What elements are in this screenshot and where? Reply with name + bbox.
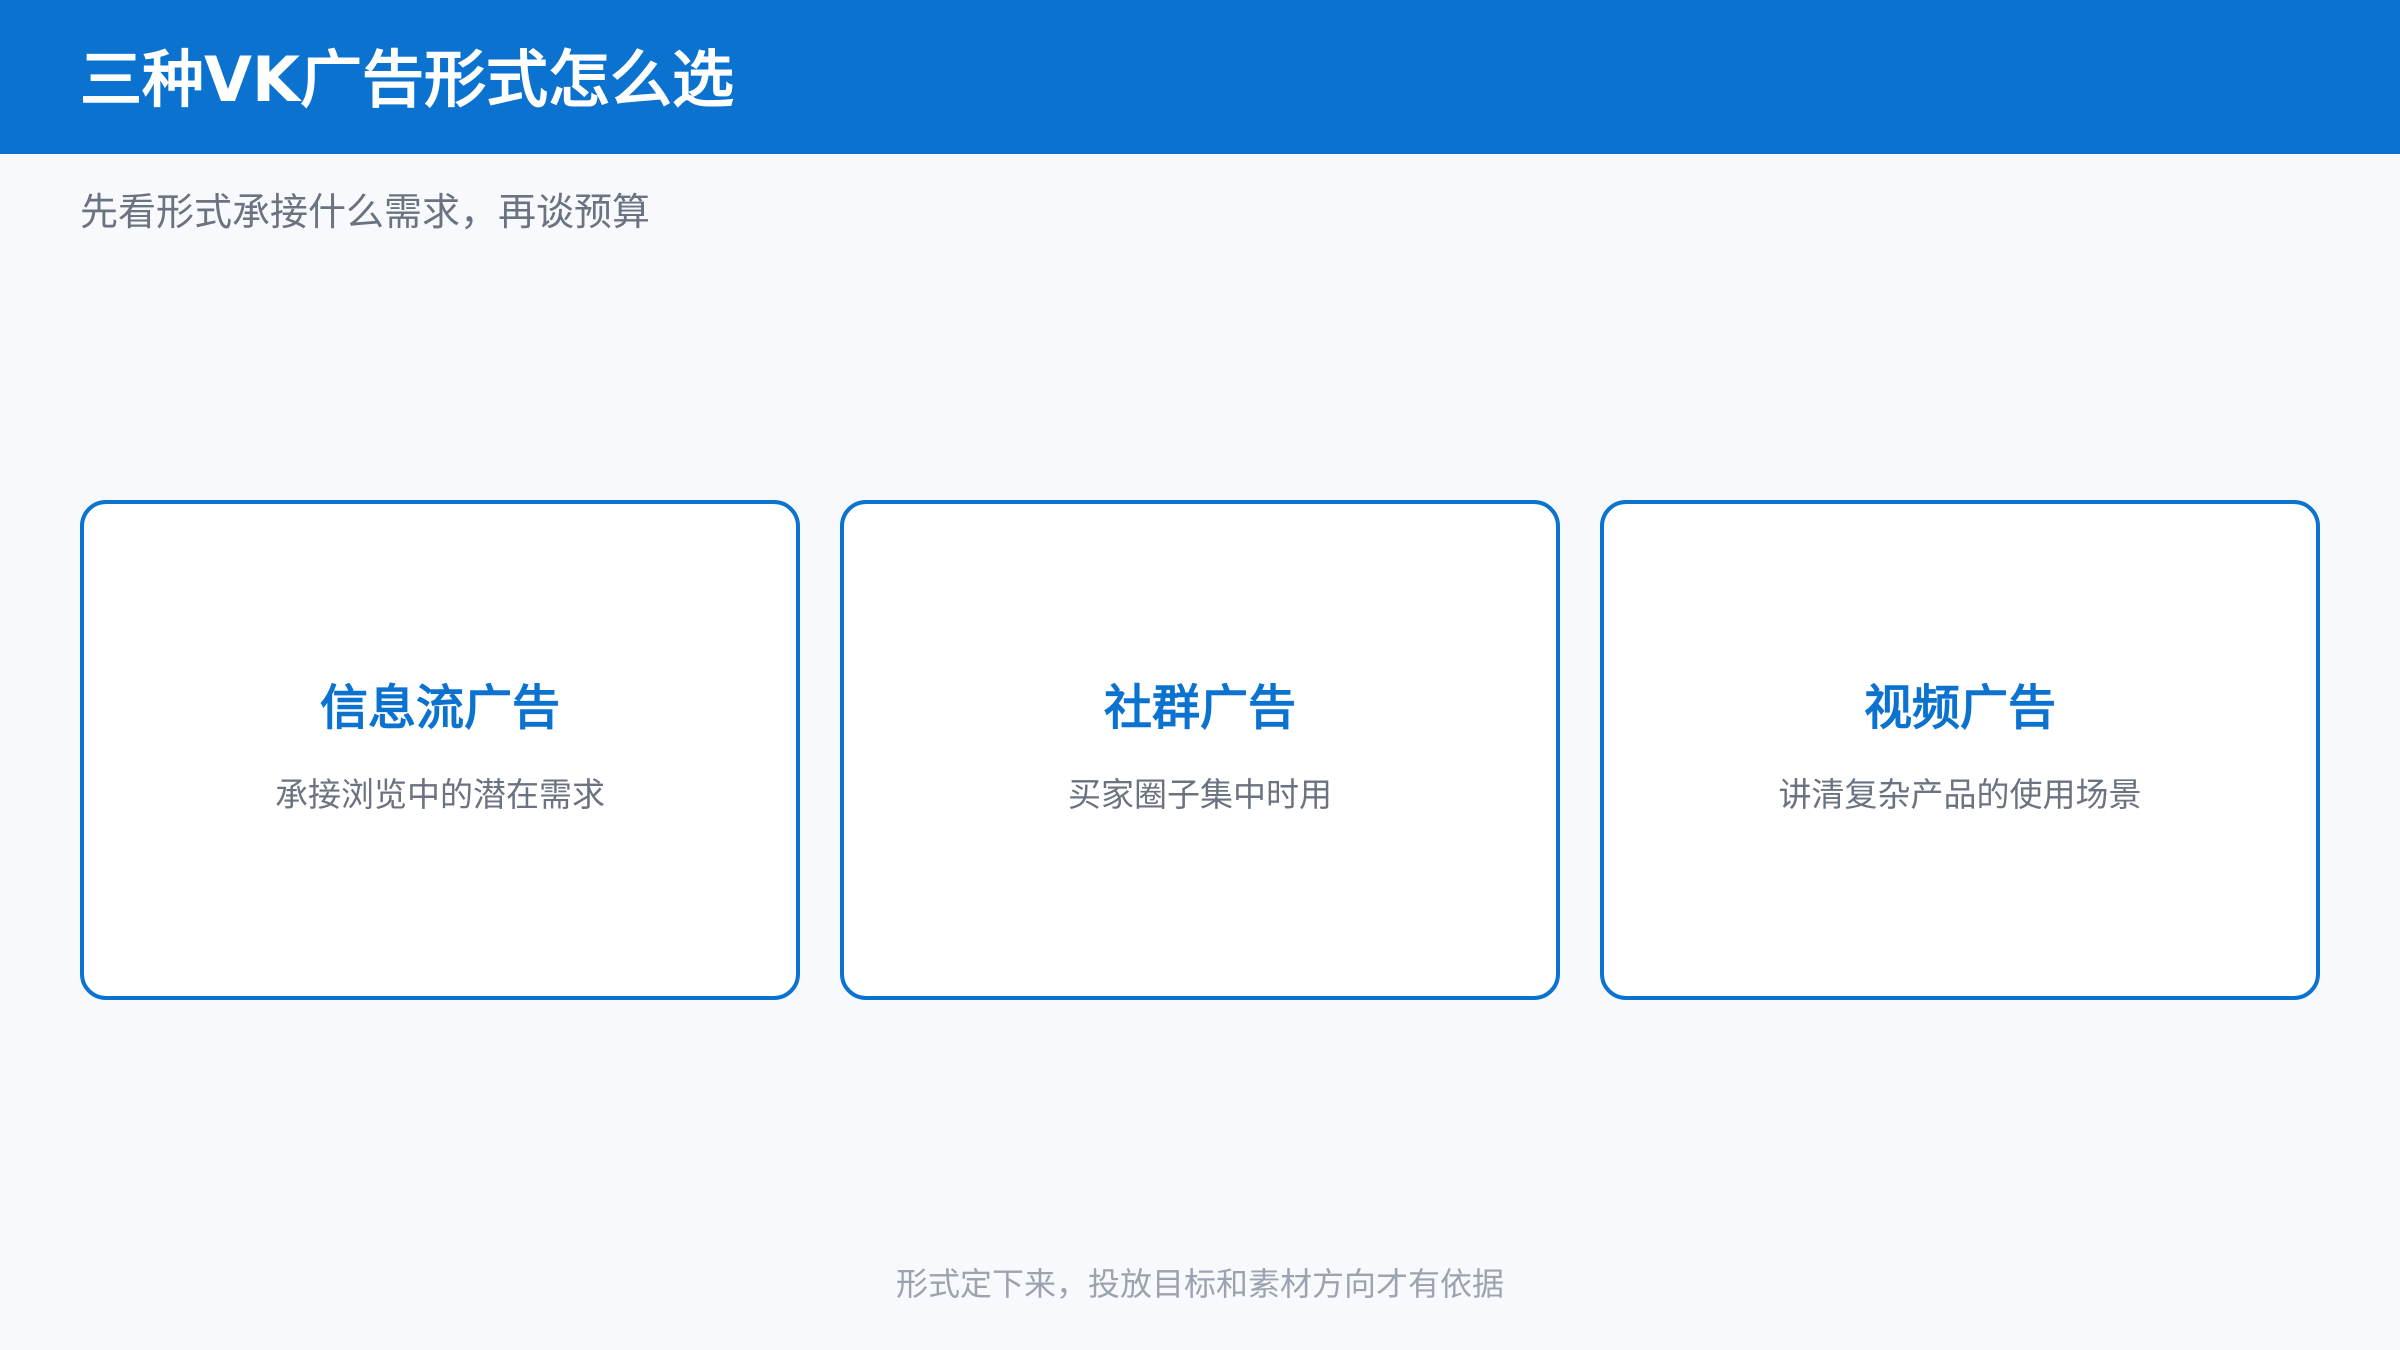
card-video-ads: 视频广告 讲清复杂产品的使用场景: [1600, 500, 2320, 1000]
card-community-ads: 社群广告 买家圈子集中时用: [840, 500, 1560, 1000]
card-title: 信息流广告: [319, 680, 560, 736]
card-feed-ads: 信息流广告 承接浏览中的潜在需求: [80, 500, 800, 1000]
card-title: 视频广告: [1863, 680, 2056, 736]
slide-page: 三种VK广告形式怎么选 先看形式承接什么需求，再谈预算 信息流广告 承接浏览中的…: [0, 0, 2400, 1350]
card-description: 买家圈子集中时用: [1068, 775, 1332, 814]
card-title: 社群广告: [1103, 680, 1296, 736]
page-subtitle: 先看形式承接什么需求，再谈预算: [80, 190, 651, 234]
footer-note: 形式定下来，投放目标和素材方向才有依据: [895, 1265, 1504, 1303]
card-description: 讲清复杂产品的使用场景: [1778, 775, 2142, 814]
page-title: 三种VK广告形式怎么选: [80, 43, 735, 116]
ad-format-cards: 信息流广告 承接浏览中的潜在需求 社群广告 买家圈子集中时用 视频广告 讲清复杂…: [80, 500, 2320, 1000]
card-description: 承接浏览中的潜在需求: [275, 775, 605, 814]
header-bar: 三种VK广告形式怎么选: [0, 0, 2400, 154]
